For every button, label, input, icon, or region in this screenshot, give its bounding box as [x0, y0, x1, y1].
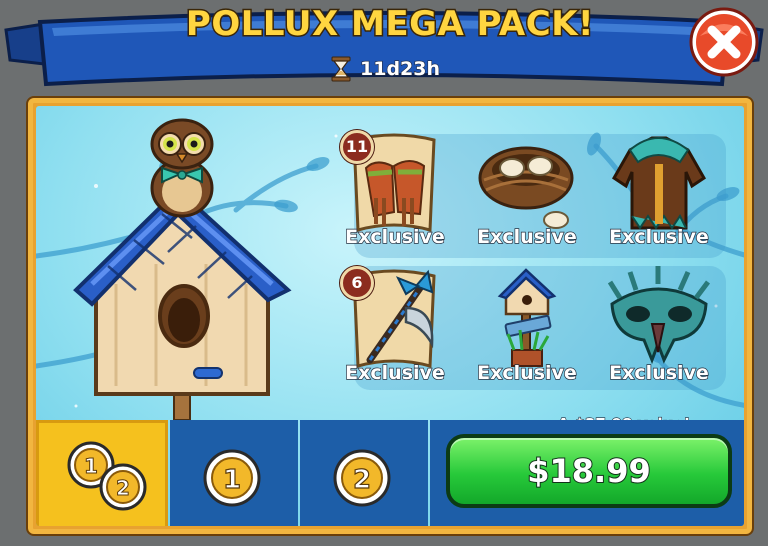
coin-label: 2	[353, 465, 371, 495]
tab-1-2-coins[interactable]: 1 2	[36, 420, 168, 526]
close-icon	[689, 7, 759, 77]
tab-2-coin[interactable]: 2	[300, 420, 428, 526]
timer-text: 11d23h	[359, 57, 441, 80]
item-label: Exclusive	[608, 225, 709, 248]
item-label: Exclusive	[608, 361, 709, 384]
price-label: $18.99	[526, 451, 651, 491]
coin-icon: 1	[203, 449, 261, 507]
item-label: Exclusive	[476, 225, 577, 248]
quantity-badge: 6	[340, 266, 374, 300]
close-button[interactable]	[688, 6, 760, 78]
hourglass-icon	[331, 56, 351, 82]
item-feathered-coat[interactable]: Exclusive	[600, 128, 718, 258]
item-label: Exclusive	[344, 225, 445, 248]
coin-label: 1	[84, 454, 98, 478]
panel-background: 11 Exclusive Exclusive Exclusive 6 Exclu…	[36, 106, 744, 526]
quantity-badge: 11	[340, 130, 374, 164]
timer: 11d23h	[330, 56, 441, 82]
owl-birdhouse-artwork	[73, 118, 292, 420]
buy-button[interactable]: $18.99	[446, 434, 732, 508]
item-birdhouse-decoration[interactable]: Exclusive	[468, 264, 586, 394]
coin-label: 2	[116, 476, 130, 500]
item-nest-with-eggs[interactable]: Exclusive	[468, 128, 586, 258]
tab-1-coin[interactable]: 1	[170, 420, 298, 526]
pack-panel: 11 Exclusive Exclusive Exclusive 6 Exclu…	[28, 98, 752, 534]
feather-mask-image	[607, 266, 710, 365]
item-label: Exclusive	[344, 361, 445, 384]
coins-icon: 1 2	[67, 441, 147, 511]
coin-icon: 2	[333, 449, 391, 507]
coin-label: 1	[223, 465, 241, 495]
item-gauntlets[interactable]: 11 Exclusive	[336, 128, 454, 258]
coat-image	[612, 136, 706, 230]
pack-title: POLLUX MEGA PACK!	[184, 3, 595, 46]
nest-image	[478, 146, 574, 229]
item-feather-mask[interactable]: Exclusive	[600, 264, 718, 394]
birdhouse-decoration-image	[497, 268, 557, 367]
item-label: Exclusive	[476, 361, 577, 384]
item-battle-axe[interactable]: 6 Exclusive	[336, 264, 454, 394]
